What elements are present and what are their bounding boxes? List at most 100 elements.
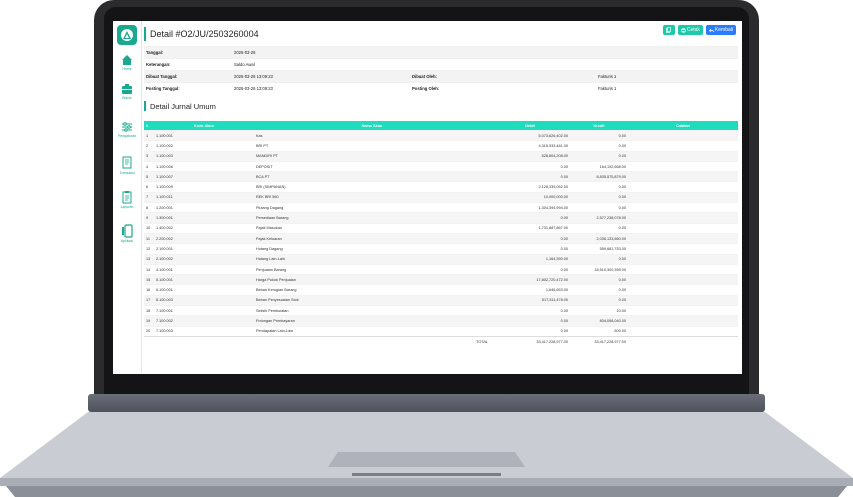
- debit-value: 1,646,653.00: [490, 284, 570, 296]
- back-button[interactable]: Kembali: [705, 25, 736, 35]
- section-accent: [144, 101, 146, 111]
- copy-icon: [666, 27, 672, 33]
- table-row: 13 2.100.002 Hutang Lain-Lain 1,164,390.00 0…: [144, 253, 738, 265]
- table-row: 16 6.100.001 Beban Kerugian Barang 1,646,65…: [144, 284, 738, 296]
- account-name: Harga Pokok Penjualan: [254, 274, 490, 285]
- note: [628, 243, 738, 255]
- print-button-label: Cetak: [686, 27, 700, 33]
- account-code: 1.300.001: [154, 212, 254, 224]
- table-row: 14 4.100.001 Penjualan Barang 0.00 18,510,30…: [144, 263, 738, 275]
- credit-value: 0.00: [570, 253, 628, 265]
- row-number: 6: [144, 181, 154, 193]
- column-header: Kredit: [593, 123, 605, 128]
- print-button[interactable]: Cetak: [677, 25, 703, 35]
- row-number: 16: [144, 284, 154, 296]
- debit-value: 517,311,478.00: [490, 294, 570, 306]
- debit-value: 0.00: [490, 171, 570, 182]
- keterangan-label: Keterangan:: [146, 62, 171, 67]
- note: [628, 232, 738, 244]
- row-number: 10: [144, 222, 154, 234]
- debit-value: 1,731,887,867.00: [490, 222, 570, 234]
- account-name: REK BRI 560: [254, 191, 490, 203]
- row-number: 15: [144, 274, 154, 285]
- sidebar-item-label: Home: [122, 67, 132, 71]
- debit-value: 0.00: [490, 325, 570, 337]
- copy-button[interactable]: [662, 25, 675, 35]
- note: [628, 171, 738, 182]
- credit-value: 0.00: [570, 181, 628, 193]
- sidebar-item-laporan[interactable]: Laporan: [113, 190, 141, 209]
- account-code: 6.100.003: [154, 294, 254, 306]
- table-row: 15 5.100.001 Harga Pokok Penjualan 17,802,7…: [144, 274, 738, 285]
- note: [628, 294, 738, 306]
- header-actions: Cetak Kembali: [662, 25, 736, 35]
- journal-table: # Kode Akun Nama Akun Debit Kredit Catat…: [144, 121, 738, 347]
- credit-value: 834,098,040.00: [570, 315, 628, 327]
- table-row: 9 1.300.001 Persediaan Barang 0.00 2,577,238…: [144, 212, 738, 224]
- column-header: Catatan: [676, 123, 690, 128]
- debit-value: 0.00: [490, 315, 570, 327]
- sidebar-item-transaksi[interactable]: Transaksi: [113, 156, 141, 175]
- row-number: 19: [144, 315, 154, 327]
- account-name: Pendapatan Lain-Lain: [254, 325, 490, 337]
- table-row: 4 1.100.006 DEPOSIT 0.00 164,192,668.00: [144, 160, 738, 172]
- total-label: TOTAL: [254, 335, 490, 347]
- row-number: 7: [144, 191, 154, 203]
- account-name: BRI (SIMPANAN): [254, 181, 490, 193]
- account-name: Potongan Pembayaran: [254, 315, 490, 327]
- posting-tanggal-value: 2025-03-26 13:09:23: [234, 86, 273, 91]
- journal-info: Tanggal: 2025-03-26 Keterangan: Saldo Aw…: [144, 46, 738, 94]
- row-number: 1: [144, 129, 154, 141]
- note: [628, 212, 738, 224]
- section-title: Detail Jurnal Umum: [144, 101, 216, 111]
- credit-value: 18,510,300,399.00: [570, 263, 628, 275]
- account-name: Beban Penyesuaian Stok: [254, 294, 490, 306]
- tanggal-value: 2025-03-26: [234, 50, 256, 55]
- table-row: 17 6.100.003 Beban Penyesuaian Stok 517,311…: [144, 294, 738, 306]
- account-name: BCA PT: [254, 171, 490, 182]
- account-code: 5.100.001: [154, 274, 254, 285]
- table-row: 19 7.100.002 Potongan Pembayaran 0.00 834,09…: [144, 315, 738, 327]
- row-number: 4: [144, 160, 154, 172]
- account-name: Hutang Lain-Lain: [254, 253, 490, 265]
- account-name: MANDIRI PT: [254, 150, 490, 162]
- note: [628, 222, 738, 234]
- row-number: 3: [144, 150, 154, 162]
- page-title: Detail #O2/JU/2503260004: [150, 29, 259, 39]
- row-number: 20: [144, 325, 154, 337]
- sidebar-item-home[interactable]: Home: [113, 54, 141, 71]
- credit-value: 0.00: [570, 284, 628, 296]
- note: [628, 315, 738, 327]
- account-code: 2.100.001: [154, 243, 254, 255]
- credit-value: 10.00: [570, 305, 628, 316]
- sidebar-item-bisnis[interactable]: Bisnis: [113, 83, 141, 100]
- credit-value: 8,835,575,879.00: [570, 171, 628, 182]
- account-code: 1.100.001: [154, 129, 254, 141]
- credit-value: 500.00: [570, 325, 628, 337]
- app-logo[interactable]: [117, 25, 137, 45]
- note: [628, 263, 738, 275]
- row-number: 2: [144, 140, 154, 152]
- table-row: 10 1.400.002 Pajak Masukan 1,731,887,867.00…: [144, 222, 738, 234]
- credit-value: 0.00: [570, 294, 628, 306]
- debit-value: 0.00: [490, 305, 570, 316]
- table-row: 2 1.100.002 BRI PT 4,315,333,461.00 0.00: [144, 140, 738, 152]
- account-name: Pajak Masukan: [254, 222, 490, 234]
- dibuat-oleh-label: Dibuat Oleh:: [412, 74, 437, 79]
- debit-value: 0.00: [490, 243, 570, 255]
- note: [628, 284, 738, 296]
- page-header: Detail #O2/JU/2503260004: [144, 25, 738, 43]
- title-accent: [144, 27, 146, 41]
- keterangan-value: Saldo Awal: [234, 62, 255, 67]
- credit-value: 0.00: [570, 150, 628, 162]
- sidebar-item-pengaturan[interactable]: Pengaturan: [113, 121, 141, 138]
- account-code: 1.100.011: [154, 191, 254, 203]
- note: [628, 253, 738, 265]
- note: [628, 129, 738, 141]
- note: [628, 140, 738, 152]
- sidebar-item-aplikasi[interactable]: Aplikasi: [113, 224, 141, 243]
- column-header: Debit: [525, 123, 535, 128]
- table-total-row: TOTAL 33,417,228,977.00 33,417,228,977.0…: [144, 335, 738, 347]
- column-header: #: [146, 123, 149, 128]
- account-code: 1.100.007: [154, 171, 254, 182]
